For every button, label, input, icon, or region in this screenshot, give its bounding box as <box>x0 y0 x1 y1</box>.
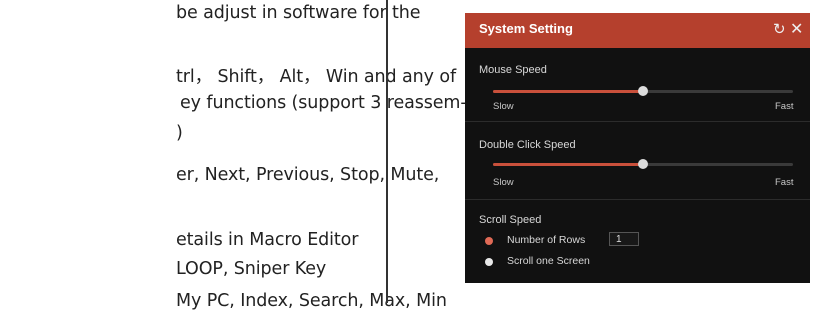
mouse-speed-slider[interactable] <box>493 86 793 96</box>
dialog-title: System Setting <box>479 21 573 36</box>
mouse-speed-label: Mouse Speed <box>479 64 547 76</box>
rows-value-input[interactable]: 1 <box>609 232 639 246</box>
manual-line: trl， Shift， Alt， Win and any of <box>176 67 457 87</box>
manual-line: My PC, Index, Search, Max, Min <box>176 291 447 311</box>
manual-line: ey functions (support 3 reassem- <box>180 93 467 113</box>
double-click-speed-handle[interactable] <box>638 159 648 169</box>
mouse-speed-min-label: Slow <box>493 101 514 112</box>
scroll-speed-label: Scroll Speed <box>479 214 542 226</box>
refresh-icon[interactable]: ↻ <box>773 20 786 38</box>
double-click-speed-slider[interactable] <box>493 159 793 169</box>
mouse-speed-handle[interactable] <box>638 86 648 96</box>
manual-line: LOOP, Sniper Key <box>176 259 327 279</box>
close-icon[interactable]: ✕ <box>790 19 803 39</box>
mouse-speed-fill <box>493 90 643 93</box>
manual-text-column: be adjust in software for the trl， Shift… <box>0 0 467 311</box>
double-click-speed-label: Double Click Speed <box>479 139 576 151</box>
page-divider <box>386 0 388 303</box>
number-of-rows-label: Number of Rows <box>507 234 586 246</box>
dialog-titlebar: System Setting ↻ ✕ <box>465 13 810 48</box>
number-of-rows-radio[interactable] <box>485 237 493 245</box>
section-divider <box>465 199 810 200</box>
scroll-one-screen-label: Scroll one Screen <box>507 255 590 267</box>
section-divider <box>465 121 810 122</box>
manual-line: etails in Macro Editor <box>176 230 359 250</box>
mouse-speed-max-label: Fast <box>775 101 794 112</box>
double-click-speed-max-label: Fast <box>775 177 794 188</box>
manual-line: be adjust in software for the <box>176 3 421 23</box>
system-setting-dialog: System Setting ↻ ✕ Mouse Speed Slow Fast… <box>465 13 810 283</box>
manual-line: ) <box>176 123 183 143</box>
double-click-speed-min-label: Slow <box>493 177 514 188</box>
manual-line: er, Next, Previous, Stop, Mute, <box>176 165 440 185</box>
double-click-speed-fill <box>493 163 643 166</box>
scroll-one-screen-radio[interactable] <box>485 258 493 266</box>
